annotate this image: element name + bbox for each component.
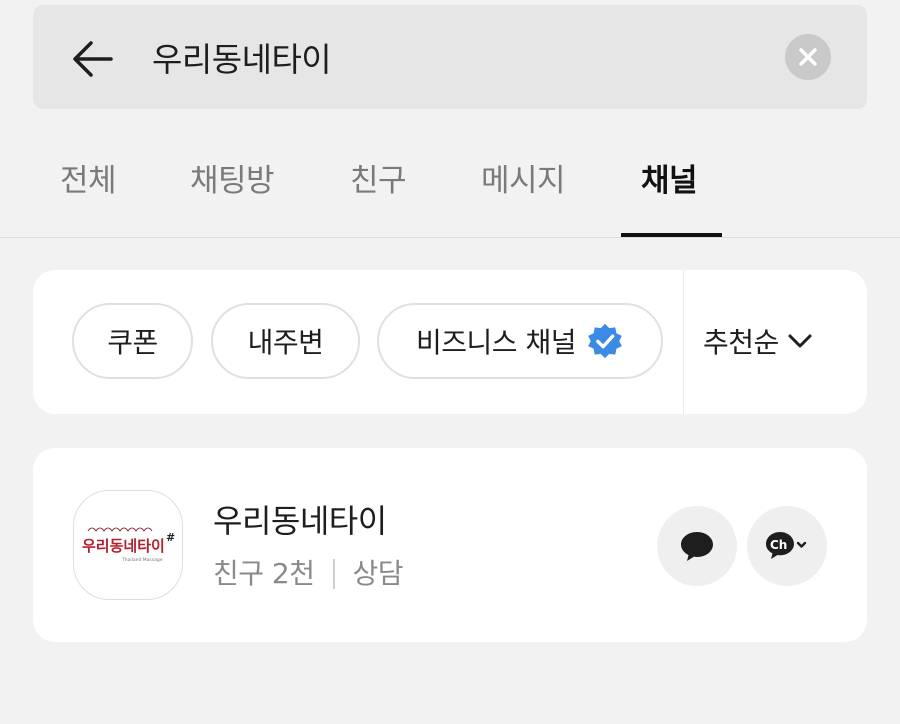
search-tabs: 전체 채팅방 친구 메시지 채널 [0,120,900,238]
speech-bubble-icon [681,532,713,561]
tab-friends[interactable]: 친구 [350,160,407,202]
filter-card: 쿠폰 내주변 비즈니스 채널 추천순 [33,270,867,414]
filter-chip-business-channel[interactable]: 비즈니스 채널 [377,303,663,379]
filter-divider [683,270,684,414]
chat-button[interactable] [657,506,737,586]
svg-text:Ch: Ch [770,538,787,552]
clear-search-button[interactable] [785,34,831,80]
channel-tag: 상담 [352,557,404,590]
sort-dropdown[interactable]: 추천순 [703,318,813,364]
add-channel-button[interactable]: Ch [747,506,827,586]
friend-count: 친구 2천 [213,557,315,590]
back-arrow-icon[interactable] [71,37,115,81]
filter-chip-label: 내주변 [247,326,324,359]
close-icon [799,48,817,66]
filter-chip-coupon[interactable]: 쿠폰 [72,303,193,379]
channel-meta: 친구 2천 상담 [213,554,404,594]
filter-chip-label: 쿠폰 [107,326,158,359]
logo-text: 우리동네타이 [82,537,165,555]
tab-messages[interactable]: 메시지 [481,160,566,202]
filter-chip-nearby[interactable]: 내주변 [211,303,360,379]
logo-suffix: # [166,531,175,544]
logo-subtext: Thailand Massage [121,557,163,563]
tab-all[interactable]: 전체 [60,160,117,202]
tabs-divider [0,237,900,238]
verified-badge-icon [588,323,622,359]
channel-name: 우리동네타이 [213,502,387,540]
search-bar: 우리동네타이 [33,5,867,109]
channel-avatar: 우리동네타이 # Thailand Massage [73,490,183,600]
channel-logo: 우리동네타이 # Thailand Massage [82,527,175,563]
tab-chatrooms[interactable]: 채팅방 [190,160,275,202]
channel-result-item[interactable]: 우리동네타이 # Thailand Massage 우리동네타이 친구 2천 상… [33,448,867,642]
search-input[interactable]: 우리동네타이 [152,38,332,82]
filter-chip-label: 비즈니스 채널 [416,326,576,359]
meta-divider [332,559,335,589]
tab-channels[interactable]: 채널 [641,160,698,202]
chevron-down-icon [788,334,812,348]
sort-label: 추천순 [703,326,779,359]
channel-add-icon: Ch [766,532,807,559]
